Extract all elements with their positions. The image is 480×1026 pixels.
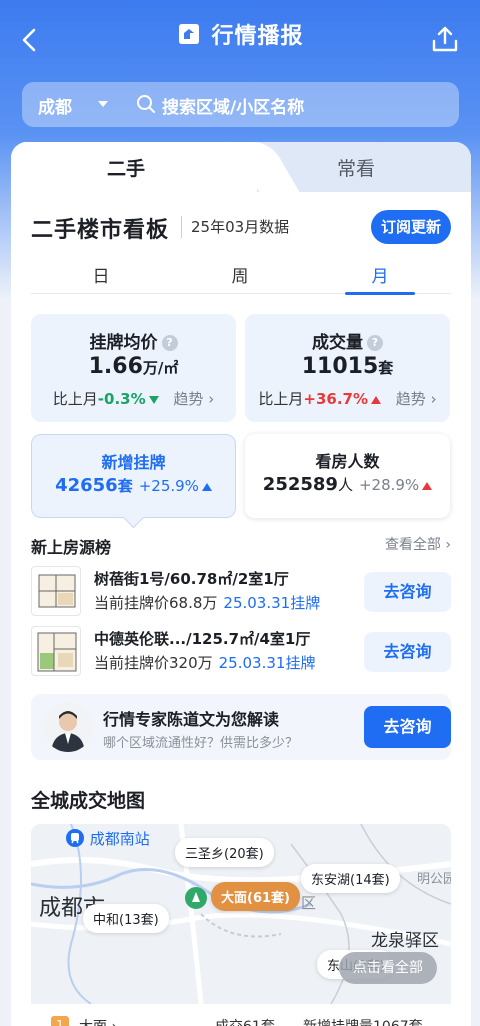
help-icon[interactable]: ? <box>367 335 383 351</box>
up-arrow-icon <box>201 483 212 491</box>
expert-banner[interactable]: 行情专家陈道文为您解读 哪个区域流通性好？供需比多少？ 去咨询 <box>31 694 451 760</box>
stat-compare: 比上月-0.3% 趋势 › <box>52 390 215 408</box>
rank-new: 新增挂牌量1067套 <box>303 1016 423 1026</box>
up-arrow-icon <box>422 482 433 490</box>
tab-week[interactable]: 周 <box>205 262 275 287</box>
rank-area: 大面 › <box>79 1016 117 1026</box>
map-bubble-damian[interactable]: 大面(61套) <box>211 882 300 911</box>
tab-ershou[interactable]: 二手 <box>107 154 145 181</box>
section-title: 新上房源榜 <box>31 538 112 557</box>
stat-new-listings[interactable]: 新增挂牌 42656套 +25.9% <box>31 434 236 518</box>
up-arrow-icon <box>371 396 382 404</box>
share-icon <box>432 26 458 52</box>
active-tab-underline <box>345 292 415 295</box>
avatar <box>43 702 93 752</box>
stat-label: 挂牌均价? <box>31 328 236 353</box>
map-bubble-sanshengxiang[interactable]: 三圣乡(20套) <box>175 838 274 867</box>
stat-label: 看房人数 <box>315 452 380 471</box>
stat-viewers[interactable]: 看房人数 252589人 +28.9% <box>245 434 450 518</box>
help-icon[interactable]: ? <box>161 335 178 351</box>
search-icon <box>137 95 155 113</box>
stat-label: 新增挂牌 <box>101 453 166 472</box>
map-district-text: 龙泉驿区 <box>371 931 439 951</box>
expert-title: 行情专家陈道文为您解读 <box>103 710 280 729</box>
tab-month[interactable]: 月 <box>345 262 415 287</box>
stat-value: 1.66万/㎡ <box>88 354 179 379</box>
listing-price: 当前挂牌价68.8万 25.03.31挂牌 <box>94 594 321 612</box>
consult-button[interactable]: 去咨询 <box>364 572 451 612</box>
share-button[interactable] <box>430 24 460 54</box>
rank-deals: 成交61套 <box>215 1016 275 1026</box>
map-bubble-donganhu[interactable]: 东安湖(14套) <box>301 864 400 893</box>
listing-item[interactable]: 树蓓街1号/60.78㎡/2室1厅 当前挂牌价68.8万 25.03.31挂牌 去… <box>31 566 451 620</box>
floorplan-image <box>31 626 81 676</box>
trend-link[interactable]: 趋势 › <box>396 390 437 408</box>
see-all-link[interactable]: 查看全部 › <box>385 534 451 554</box>
listing-name: 中德英伦联.../125.7㎡/4室1厅 <box>94 630 311 648</box>
consult-button[interactable]: 去咨询 <box>364 632 451 672</box>
stat-value: 11015套 <box>301 354 394 379</box>
map-area-text: 明公园 <box>417 872 451 887</box>
top-tabs: 二手 常看 <box>11 142 471 192</box>
change-value: -0.3% <box>97 390 146 408</box>
stat-value: 42656套 +25.9% <box>32 475 235 496</box>
period-tabs: 日 周 月 <box>31 258 451 295</box>
tab-changkan[interactable]: 常看 <box>337 154 375 181</box>
map-title: 全城成交地图 <box>31 790 146 812</box>
stat-label: 成交量? <box>245 328 450 353</box>
map-bubble-zhonghe[interactable]: 中和(13套) <box>83 904 169 933</box>
view-all-map-button[interactable]: 点击看全部 <box>339 952 437 984</box>
main-card: 二手 常看 二手楼市看板 25年03月数据 订阅更新 日 周 月 挂牌均价? 1… <box>11 142 471 1026</box>
page-title: 行情播报 <box>211 24 304 49</box>
listing-item[interactable]: 中德英伦联.../125.7㎡/4室1厅 当前挂牌价320万 25.03.31挂牌… <box>31 626 451 680</box>
top-bar: 行情播报 <box>0 0 480 76</box>
ranking-row[interactable]: 1 大面 › 成交61套 新增挂牌量1067套 <box>31 1006 451 1026</box>
rank-badge: 1 <box>51 1016 69 1026</box>
board-header: 二手楼市看板 25年03月数据 订阅更新 <box>11 192 471 252</box>
board-date: 25年03月数据 <box>191 218 290 236</box>
stat-avg-price[interactable]: 挂牌均价? 1.66万/㎡ 比上月-0.3% 趋势 › <box>31 314 236 422</box>
stat-compare: 比上月+36.7% 趋势 › <box>258 390 437 408</box>
divider <box>181 216 182 238</box>
board-title: 二手楼市看板 <box>31 218 170 243</box>
city-selector[interactable]: 成都 <box>38 93 72 118</box>
search-input[interactable]: 搜索区域/小区名称 <box>162 93 304 118</box>
change-value: +36.7% <box>303 390 369 408</box>
map-area-text: 区 <box>301 894 317 912</box>
tab-day[interactable]: 日 <box>66 262 136 287</box>
stat-value: 252589人 +28.9% <box>245 474 450 495</box>
station-label: 成都南站 <box>65 828 150 849</box>
trend-link[interactable]: 趋势 › <box>173 390 214 408</box>
subscribe-button[interactable]: 订阅更新 <box>371 210 451 244</box>
floorplan-image <box>31 566 81 616</box>
down-arrow-icon <box>148 396 159 404</box>
logo-icon <box>179 24 200 44</box>
listing-name: 树蓓街1号/60.78㎡/2室1厅 <box>94 570 289 588</box>
new-listings-header: 新上房源榜 查看全部 › <box>31 534 451 560</box>
caret-down-icon <box>98 101 108 107</box>
deal-map[interactable]: 成都南站 三圣乡(20套) 东安湖(14套) 明公园 大面(61套) 区 成都市… <box>31 824 451 1004</box>
search-bar[interactable]: 成都 搜索区域/小区名称 <box>22 82 459 127</box>
listing-price: 当前挂牌价320万 25.03.31挂牌 <box>94 654 316 672</box>
page-title-wrap: 行情播报 <box>0 18 480 50</box>
expert-subtitle: 哪个区域流通性好？供需比多少？ <box>103 736 299 751</box>
train-station-icon <box>66 829 84 847</box>
stat-deals[interactable]: 成交量? 11015套 比上月+36.7% 趋势 › <box>245 314 450 422</box>
expert-consult-button[interactable]: 去咨询 <box>364 706 451 748</box>
